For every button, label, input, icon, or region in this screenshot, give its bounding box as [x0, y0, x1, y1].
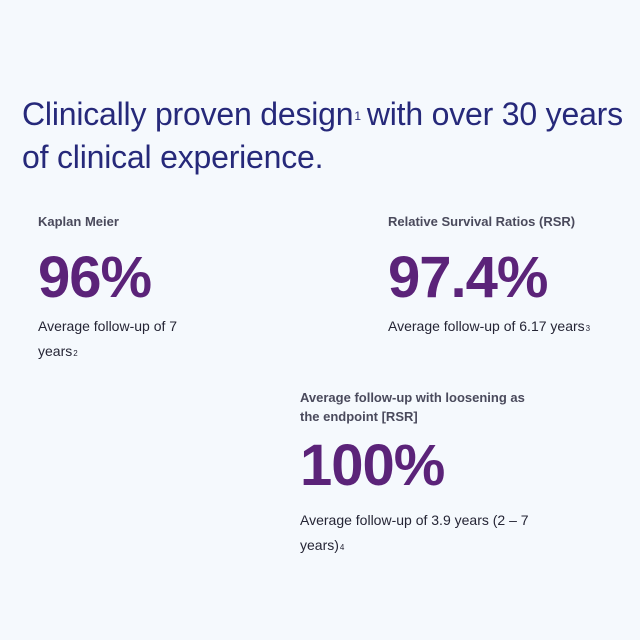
page: Clinically proven design1 with over 30 ye… [0, 0, 640, 640]
stat-note: Average follow-up of 7 years2 [38, 314, 218, 364]
stat-value: 97.4% [388, 245, 548, 310]
stat-value: 100% [300, 433, 445, 498]
stat-note: Average follow-up of 6.17 years3 [388, 314, 628, 339]
stat-note-text: Average follow-up of 7 years [38, 318, 178, 359]
stat-footnote-ref[interactable]: 4 [340, 543, 344, 552]
stat-footnote-ref[interactable]: 2 [73, 349, 77, 358]
stat-relative-survival-ratios: Relative Survival Ratios (RSR) 97.4% Ave… [388, 212, 628, 339]
stat-label: Average follow-up with loosening as the … [300, 390, 525, 424]
stat-note-text: Average follow-up of 6.17 years [388, 318, 585, 334]
headline-footnote-ref[interactable]: 1 [354, 109, 361, 123]
stat-note: Average follow-up of 3.9 years (2 – 7 ye… [300, 508, 540, 558]
stat-kaplan-meier: Kaplan Meier 96% Average follow-up of 7 … [38, 212, 268, 364]
stat-label: Kaplan Meier [38, 214, 119, 229]
stat-loosening-endpoint: Average follow-up with loosening as the … [300, 388, 550, 558]
stat-value: 96% [38, 245, 152, 310]
stat-footnote-ref[interactable]: 3 [586, 324, 590, 333]
stat-note-text: Average follow-up of 3.9 years (2 – 7 ye… [300, 512, 529, 553]
stat-label: Relative Survival Ratios (RSR) [388, 214, 576, 229]
headline-text-start: Clinically proven design [22, 96, 354, 132]
page-headline: Clinically proven design1 with over 30 ye… [22, 93, 634, 179]
